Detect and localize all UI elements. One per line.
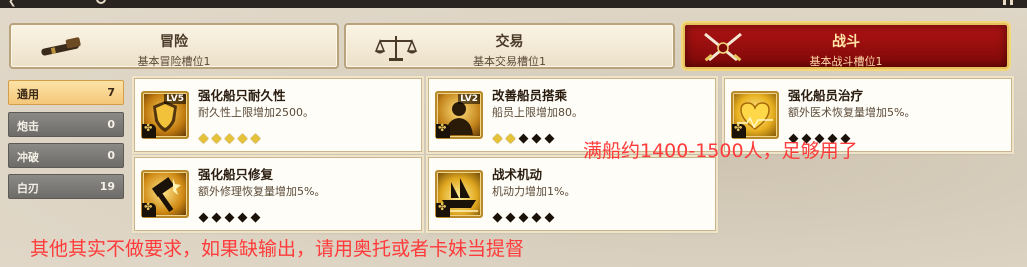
- ship-icon: [435, 170, 483, 218]
- badge-icon: [436, 202, 450, 217]
- star-filled-icon: ◆: [211, 131, 222, 146]
- star-rating: ◆ ◆ ◆ ◆ ◆: [197, 210, 262, 225]
- star-filled-icon: ◆: [237, 131, 248, 146]
- star-rating: ◆ ◆ ◆ ◆ ◆: [491, 210, 556, 225]
- star-empty-icon: ◆: [544, 131, 555, 146]
- filter-label: 白刃: [17, 182, 39, 195]
- filter-count: 7: [107, 86, 115, 99]
- tab-name: 战斗: [832, 34, 860, 50]
- tab-adventure[interactable]: 冒险 基本冒险槽位1: [9, 23, 339, 69]
- filter-label: 炮击: [17, 120, 39, 133]
- star-empty-icon: ◆: [518, 210, 529, 225]
- star-empty-icon: ◆: [237, 210, 248, 225]
- level-label: LV5: [164, 94, 186, 104]
- tab-name: 冒险: [160, 34, 188, 50]
- filter-general[interactable]: 通用 7: [8, 80, 124, 105]
- top-bar: ❮: [0, 0, 1027, 8]
- tab-slot-label: 基本冒险槽位1: [137, 55, 211, 68]
- skill-description: 船员上限增加80。: [492, 106, 583, 119]
- bottom-note: 其他其实不做要求，如果缺输出，请用奥托或者卡妹当提督: [30, 238, 525, 260]
- filter-ram[interactable]: 冲破 0: [8, 143, 124, 168]
- tab-name: 交易: [495, 34, 524, 50]
- hammer-icon: [141, 170, 189, 218]
- filter-count: 0: [107, 118, 115, 131]
- star-empty-icon: ◆: [531, 210, 542, 225]
- menu-icon[interactable]: [1003, 0, 1013, 5]
- star-rating: ◆ ◆ ◆ ◆ ◆: [491, 131, 556, 146]
- star-filled-icon: ◆: [198, 131, 209, 146]
- star-filled-icon: ◆: [505, 131, 516, 146]
- star-empty-icon: ◆: [505, 210, 516, 225]
- star-filled-icon: ◆: [224, 131, 235, 146]
- help-icon[interactable]: [96, 0, 106, 4]
- star-empty-icon: ◆: [492, 210, 503, 225]
- skill-name: 强化船员治疗: [788, 88, 864, 103]
- badge-icon: [142, 123, 156, 138]
- crew-icon: LV2: [435, 91, 483, 139]
- star-rating: ◆ ◆ ◆ ◆ ◆: [197, 131, 262, 146]
- filter-label: 冲破: [17, 151, 39, 164]
- heart-icon: [731, 91, 779, 139]
- skill-description: 额外医术恢复量增加5%。: [788, 106, 916, 119]
- filter-count: 0: [107, 149, 115, 162]
- skill-card[interactable]: LV5 强化船只耐久性 耐久性上限增加2500。 ◆◆◆◆◆: [134, 78, 422, 152]
- star-empty-icon: ◆: [250, 210, 261, 225]
- skill-name: 强化船只耐久性: [198, 88, 286, 103]
- skill-name: 改善船员搭乘: [492, 88, 568, 103]
- skill-name: 战术机动: [492, 167, 543, 182]
- crew-note: 满船约1400-1500人，足够用了: [583, 140, 858, 162]
- skill-card[interactable]: 战术机动 机动力增加1%。 ◆◆◆◆◆: [428, 157, 716, 231]
- star-filled-icon: ◆: [492, 131, 503, 146]
- star-empty-icon: ◆: [531, 131, 542, 146]
- filter-count: 19: [99, 180, 115, 193]
- tab-slot-label: 基本战斗槽位1: [809, 55, 883, 68]
- badge-icon: [142, 202, 156, 217]
- skill-card[interactable]: 强化船只修复 额外修理恢复量增加5%。 ◆◆◆◆◆: [134, 157, 422, 231]
- star-empty-icon: ◆: [211, 210, 222, 225]
- filter-melee[interactable]: 白刃 19: [8, 174, 124, 199]
- filter-label: 通用: [17, 88, 39, 101]
- back-icon[interactable]: ❮: [8, 0, 16, 7]
- shield-icon: LV5: [141, 91, 189, 139]
- level-label: LV2: [458, 94, 480, 104]
- star-empty-icon: ◆: [224, 210, 235, 225]
- star-filled-icon: ◆: [250, 131, 261, 146]
- star-empty-icon: ◆: [198, 210, 209, 225]
- badge-icon: [436, 123, 450, 138]
- filter-cannon[interactable]: 炮击 0: [8, 112, 124, 137]
- tab-combat[interactable]: 战斗 基本战斗槽位1: [683, 23, 1009, 69]
- skill-description: 额外修理恢复量增加5%。: [198, 185, 326, 198]
- tab-trade[interactable]: 交易 基本交易槽位1: [344, 23, 675, 69]
- star-empty-icon: ◆: [544, 210, 555, 225]
- skill-description: 机动力增加1%。: [492, 185, 576, 198]
- skill-name: 强化船只修复: [198, 167, 274, 182]
- star-empty-icon: ◆: [518, 131, 529, 146]
- skill-description: 耐久性上限增加2500。: [198, 106, 314, 119]
- tab-slot-label: 基本交易槽位1: [473, 55, 546, 68]
